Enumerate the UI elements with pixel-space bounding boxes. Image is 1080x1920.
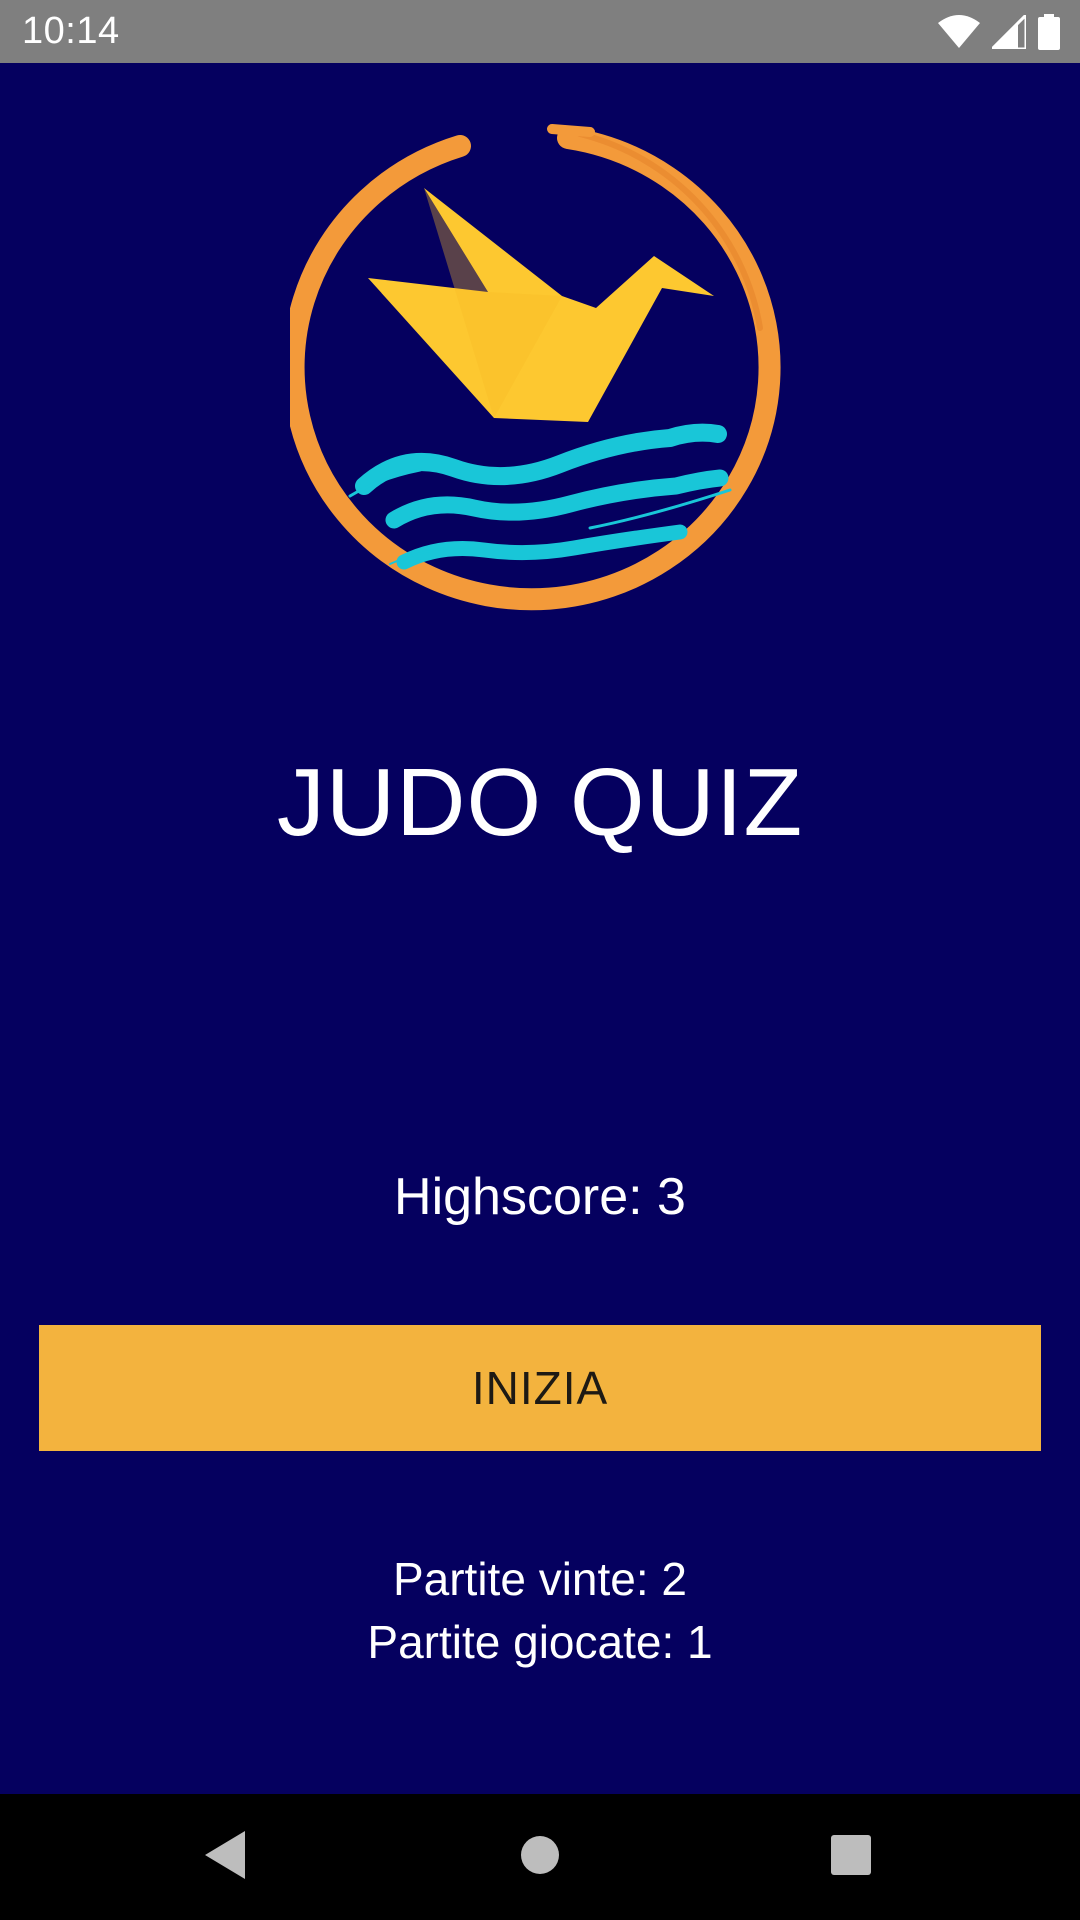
status-icons	[938, 12, 1060, 52]
highscore-text: Highscore: 3	[394, 1168, 686, 1226]
paper-crane-waves-logo	[290, 118, 790, 633]
back-button[interactable]	[196, 1827, 256, 1887]
battery-icon	[1038, 14, 1060, 50]
back-icon	[205, 1830, 247, 1884]
crane-shape	[368, 188, 714, 422]
stats-block: Partite vinte: 2 Partite giocate: 1	[0, 1548, 1080, 1674]
recent-apps-icon	[831, 1834, 871, 1880]
games-played-text: Partite giocate: 1	[367, 1616, 713, 1668]
home-button[interactable]	[510, 1827, 570, 1887]
games-won-text: Partite vinte: 2	[392, 1553, 688, 1605]
app-title: JUDO QUIZ	[276, 749, 804, 856]
navigation-bar	[0, 1794, 1080, 1920]
cell-signal-icon	[992, 15, 1026, 49]
home-icon	[520, 1835, 560, 1880]
status-time: 10:14	[22, 10, 120, 52]
start-button[interactable]: INIZIA	[39, 1325, 1041, 1451]
recent-apps-button[interactable]	[821, 1827, 881, 1887]
status-bar: 10:14	[0, 0, 1080, 63]
wifi-icon	[938, 15, 980, 49]
